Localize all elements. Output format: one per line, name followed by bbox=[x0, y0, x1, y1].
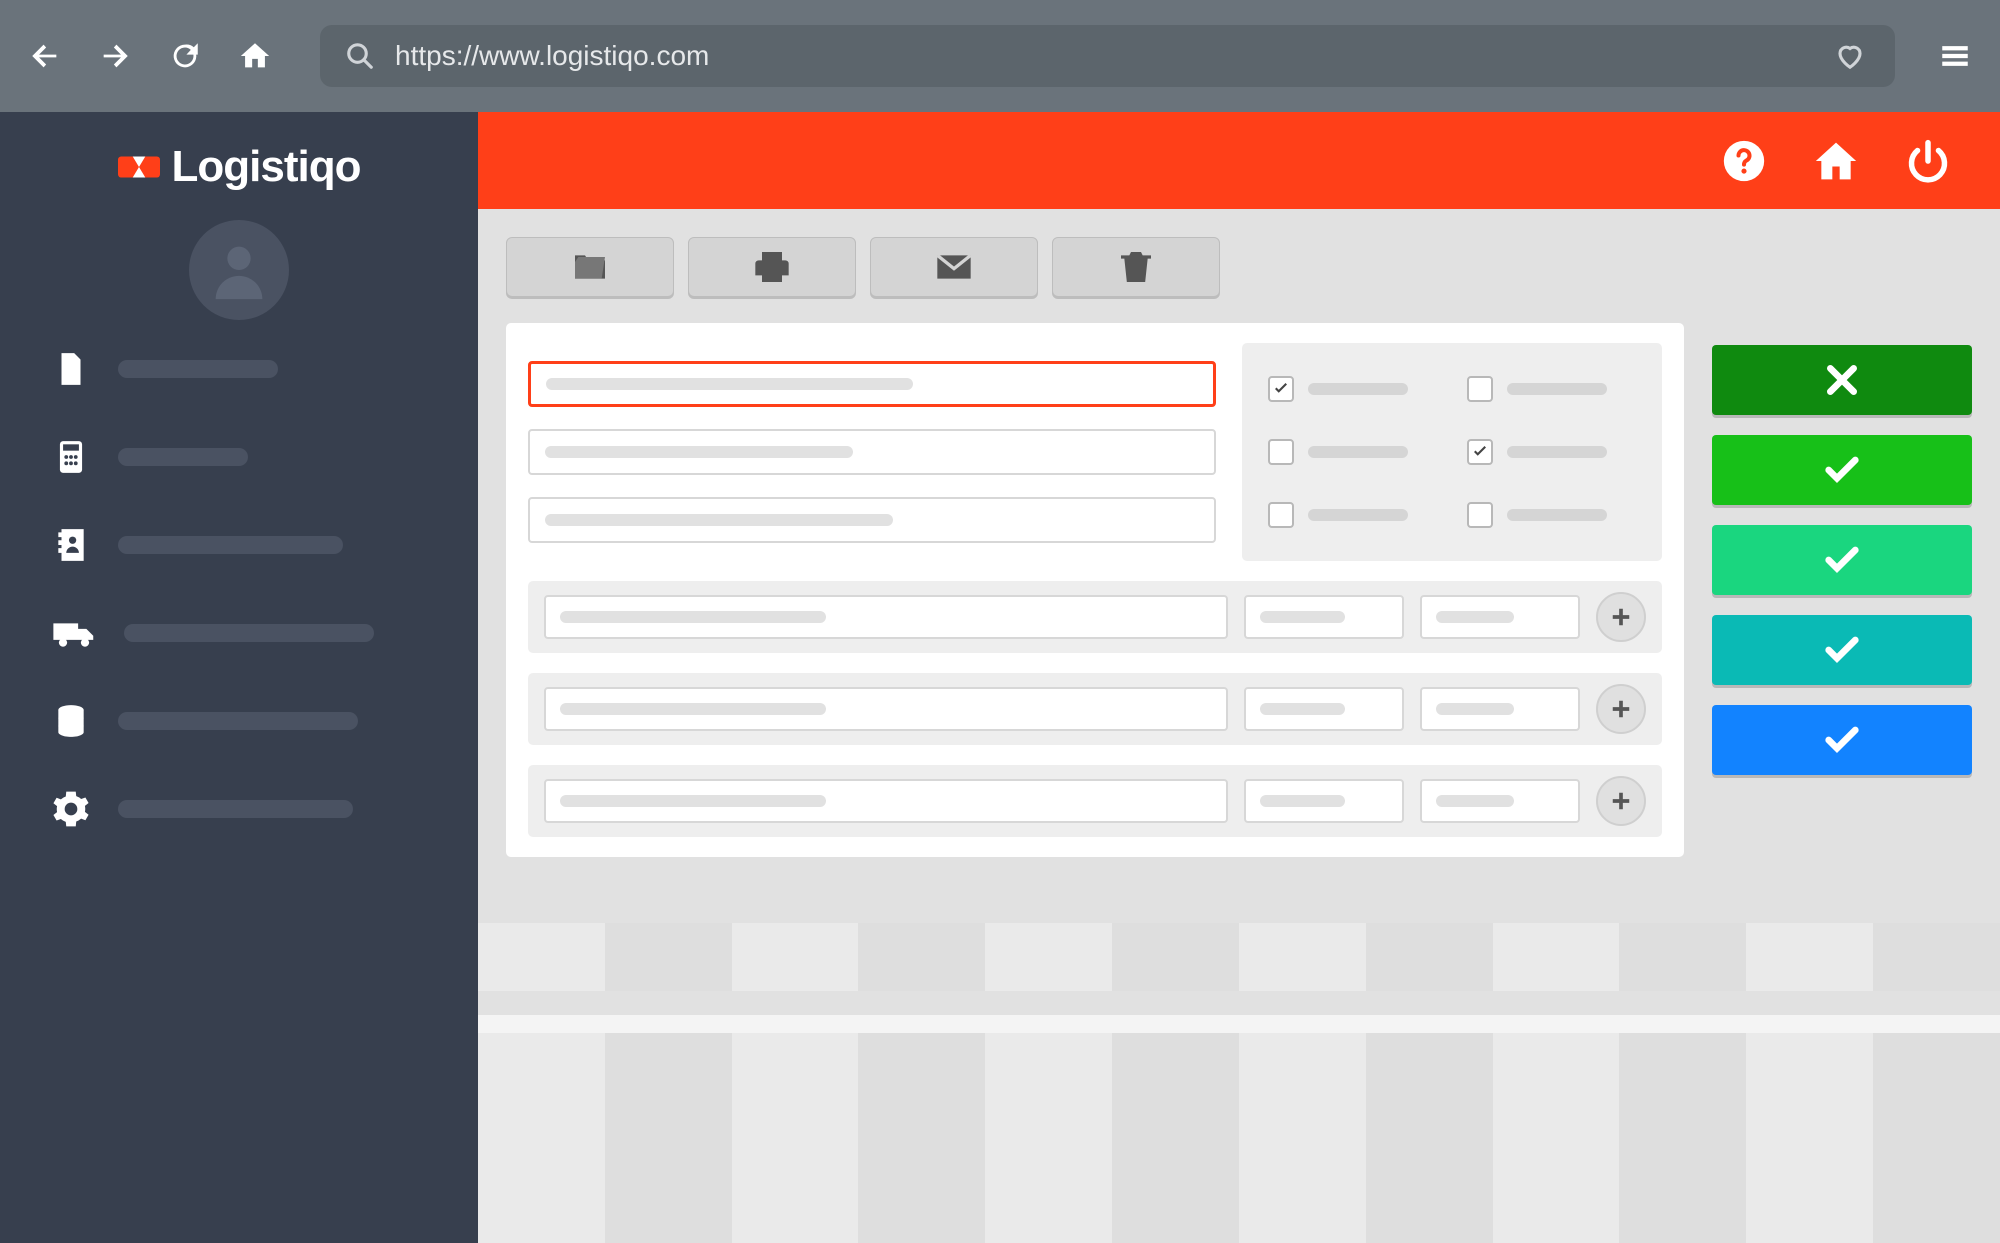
mail-icon bbox=[934, 247, 974, 287]
checkbox-5[interactable] bbox=[1268, 498, 1437, 533]
plus-icon bbox=[1610, 698, 1632, 720]
url-text: https://www.logistiqo.com bbox=[395, 40, 709, 72]
sidebar-item-label bbox=[124, 624, 374, 642]
url-bar[interactable]: https://www.logistiqo.com bbox=[320, 25, 1895, 87]
status-button-2[interactable] bbox=[1712, 435, 1972, 505]
gear-icon bbox=[52, 790, 90, 828]
add-row-button[interactable] bbox=[1596, 684, 1646, 734]
row-input-b[interactable] bbox=[1244, 779, 1404, 823]
line-item-row-3 bbox=[528, 765, 1662, 837]
row-input-a[interactable] bbox=[544, 687, 1228, 731]
back-button[interactable] bbox=[25, 36, 65, 76]
status-button-3[interactable] bbox=[1712, 525, 1972, 595]
menu-button[interactable] bbox=[1935, 36, 1975, 76]
plus-icon bbox=[1610, 606, 1632, 628]
logo-icon bbox=[118, 146, 160, 188]
text-input-2[interactable] bbox=[528, 429, 1216, 475]
sidebar-item-label bbox=[118, 360, 278, 378]
row-input-c[interactable] bbox=[1420, 687, 1580, 731]
favorite-button[interactable] bbox=[1830, 36, 1870, 76]
avatar[interactable] bbox=[189, 220, 289, 320]
mail-button[interactable] bbox=[870, 237, 1038, 297]
sidebar: Logistiqo bbox=[0, 112, 478, 1243]
row-input-c[interactable] bbox=[1420, 779, 1580, 823]
sidebar-item-database[interactable] bbox=[52, 702, 478, 740]
print-button[interactable] bbox=[688, 237, 856, 297]
sidebar-item-label bbox=[118, 712, 358, 730]
status-button-5[interactable] bbox=[1712, 705, 1972, 775]
sidebar-item-calculator[interactable] bbox=[52, 438, 478, 476]
checkbox-panel bbox=[1242, 343, 1662, 561]
add-row-button[interactable] bbox=[1596, 592, 1646, 642]
check-icon bbox=[1822, 630, 1862, 670]
browser-chrome: https://www.logistiqo.com bbox=[0, 0, 2000, 112]
document-icon bbox=[52, 350, 90, 388]
status-button-4[interactable] bbox=[1712, 615, 1972, 685]
contacts-icon bbox=[52, 526, 90, 564]
check-icon bbox=[1822, 450, 1862, 490]
action-toolbar bbox=[506, 237, 1684, 297]
sidebar-item-contacts[interactable] bbox=[52, 526, 478, 564]
help-button[interactable] bbox=[1722, 139, 1766, 183]
brand-name: Logistiqo bbox=[172, 142, 361, 192]
forward-button[interactable] bbox=[95, 36, 135, 76]
app-home-button[interactable] bbox=[1814, 139, 1858, 183]
checkbox-1[interactable] bbox=[1268, 371, 1437, 406]
line-item-row-2 bbox=[528, 673, 1662, 745]
plus-icon bbox=[1610, 790, 1632, 812]
row-input-a[interactable] bbox=[544, 595, 1228, 639]
line-item-row-1 bbox=[528, 581, 1662, 653]
row-input-c[interactable] bbox=[1420, 595, 1580, 639]
checkbox-6[interactable] bbox=[1467, 498, 1636, 533]
status-button-1[interactable] bbox=[1712, 345, 1972, 415]
calculator-icon bbox=[52, 438, 90, 476]
sidebar-item-label bbox=[118, 800, 353, 818]
trash-icon bbox=[1116, 247, 1156, 287]
sidebar-item-documents[interactable] bbox=[52, 350, 478, 388]
database-icon bbox=[52, 702, 90, 740]
brand-logo: Logistiqo bbox=[118, 142, 361, 192]
print-icon bbox=[752, 247, 792, 287]
checkbox-3[interactable] bbox=[1268, 434, 1437, 469]
close-icon bbox=[1822, 360, 1862, 400]
delete-button[interactable] bbox=[1052, 237, 1220, 297]
check-icon bbox=[1822, 540, 1862, 580]
truck-icon bbox=[52, 614, 96, 652]
sidebar-item-label bbox=[118, 448, 248, 466]
sidebar-item-settings[interactable] bbox=[52, 790, 478, 828]
checkbox-4[interactable] bbox=[1467, 434, 1636, 469]
form-panel bbox=[506, 323, 1684, 857]
folder-button[interactable] bbox=[506, 237, 674, 297]
add-row-button[interactable] bbox=[1596, 776, 1646, 826]
row-input-b[interactable] bbox=[1244, 687, 1404, 731]
power-button[interactable] bbox=[1906, 139, 1950, 183]
sidebar-item-label bbox=[118, 536, 343, 554]
refresh-button[interactable] bbox=[165, 36, 205, 76]
text-input-3[interactable] bbox=[528, 497, 1216, 543]
folder-icon bbox=[570, 247, 610, 287]
data-table-placeholder bbox=[478, 923, 2000, 1243]
home-button[interactable] bbox=[235, 36, 275, 76]
check-icon bbox=[1822, 720, 1862, 760]
text-input-1[interactable] bbox=[528, 361, 1216, 407]
row-input-b[interactable] bbox=[1244, 595, 1404, 639]
search-icon bbox=[345, 41, 375, 71]
app-header bbox=[478, 112, 2000, 209]
checkbox-2[interactable] bbox=[1467, 371, 1636, 406]
row-input-a[interactable] bbox=[544, 779, 1228, 823]
sidebar-item-fleet[interactable] bbox=[52, 614, 478, 652]
